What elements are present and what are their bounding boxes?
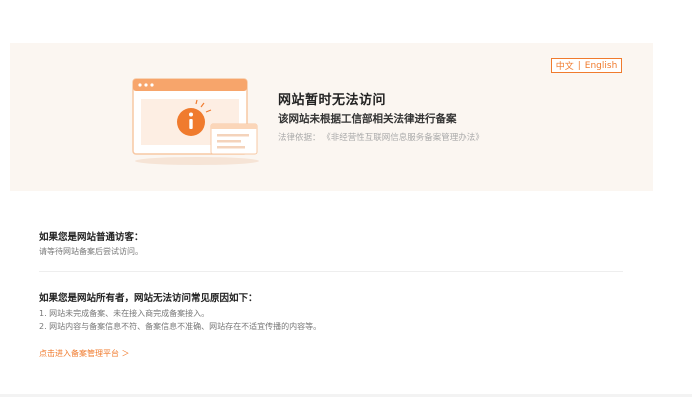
visitor-text: 请等待网站备案后尝试访问。 — [39, 247, 143, 256]
law-label: 法律依据： — [278, 133, 321, 143]
filing-portal-link[interactable]: 点击进入备案管理平台 ＞ — [39, 348, 130, 359]
browser-window-icon — [132, 78, 259, 165]
illus-browser-bar — [133, 79, 247, 91]
visitor-heading: 如果您是网站普通访客： — [39, 232, 144, 243]
lang-separator: | — [577, 60, 581, 71]
owner-reason-2: 2. 网站内容与备案信息不符、备案信息不准确、网站存在不适宜传播的内容等。 — [39, 322, 322, 331]
lang-english-link[interactable]: English — [585, 61, 618, 71]
page-subtitle: 该网站未根据工信部相关法律进行备案 — [278, 113, 457, 125]
page-title: 网站暂时无法访问 — [278, 93, 387, 108]
law-name: 《非经营性互联网信息服务备案管理办法》 — [326, 133, 484, 143]
section-divider — [39, 271, 623, 272]
law-basis: 法律依据： 《非经营性互联网信息服务备案管理办法》 — [278, 131, 484, 143]
bottom-divider — [0, 394, 692, 397]
lang-chinese-link[interactable]: 中文 — [556, 59, 574, 72]
illus-shadow — [135, 157, 259, 165]
owner-reason-1: 1. 网站未完成备案、未在接入商完成备案接入。 — [39, 309, 210, 318]
owner-heading: 如果您是网站所有者，网站无法访问常见原因如下： — [39, 293, 258, 304]
language-switch: 中文 | English — [551, 58, 622, 73]
